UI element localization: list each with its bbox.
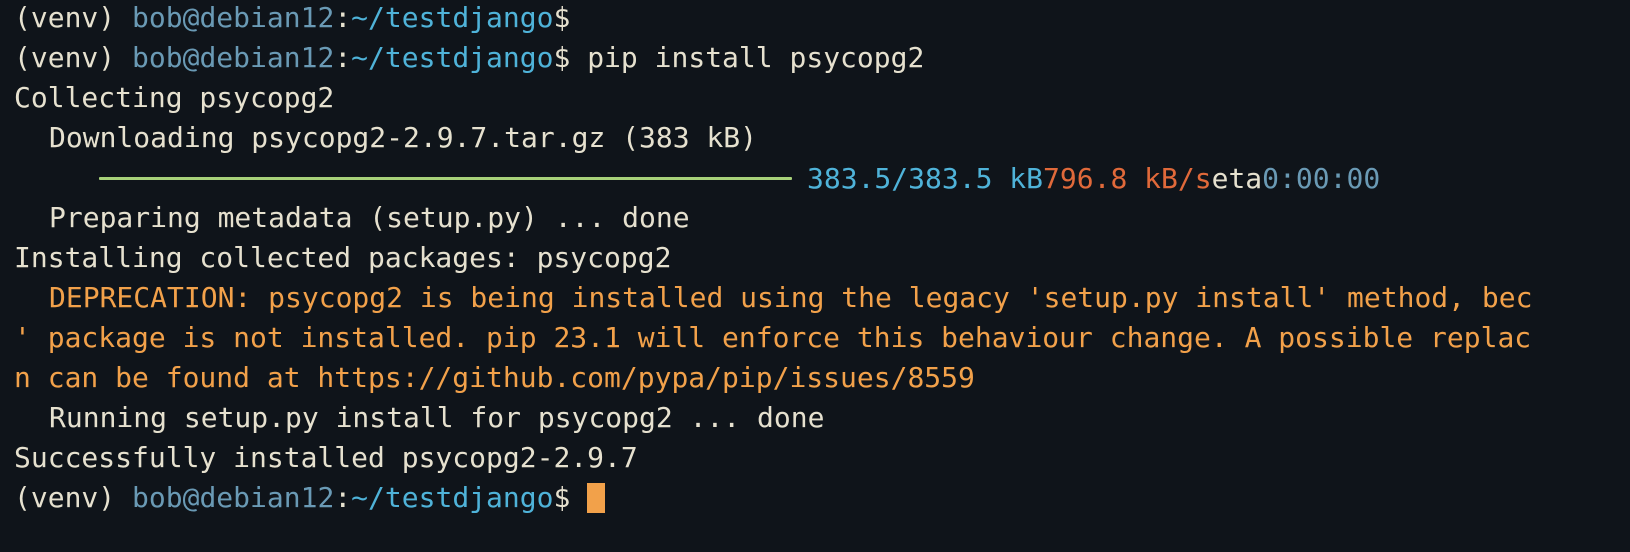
prompt-line: (venv) bob@debian12:~/testdjango$ xyxy=(14,0,1630,38)
progress-speed: 796.8 kB/s xyxy=(1043,161,1212,195)
output-success: Successfully installed psycopg2-2.9.7 xyxy=(14,441,638,474)
output-downloading: Downloading psycopg2-2.9.7.tar.gz (383 k… xyxy=(49,121,758,154)
deprecation-warning-line-1: DEPRECATION: psycopg2 is being installed… xyxy=(49,281,1533,314)
working-directory: ~/testdjango xyxy=(351,481,554,514)
prompt-symbol: $ xyxy=(553,481,588,514)
command-text: pip install psycopg2 xyxy=(587,41,925,74)
deprecation-warning-line-2: ' package is not installed. pip 23.1 wil… xyxy=(14,321,1532,354)
venv-indicator: (venv) xyxy=(14,481,133,514)
output-installing: Installing collected packages: psycopg2 xyxy=(14,241,672,274)
output-running: Running setup.py install for psycopg2 ..… xyxy=(49,401,825,434)
prompt-separator: : xyxy=(334,481,352,514)
working-directory: ~/testdjango xyxy=(351,1,554,34)
user-host: bob@debian12 xyxy=(132,481,335,514)
venv-indicator: (venv) xyxy=(14,41,133,74)
active-prompt-line[interactable]: (venv) bob@debian12:~/testdjango$ xyxy=(14,478,1630,518)
output-preparing: Preparing metadata (setup.py) ... done xyxy=(49,201,690,234)
venv-indicator: (venv) xyxy=(14,1,133,34)
user-host: bob@debian12 xyxy=(132,1,335,34)
prompt-line: (venv) bob@debian12:~/testdjango$ pip in… xyxy=(14,38,1630,78)
deprecation-warning-line-3: n can be found at https://github.com/pyp… xyxy=(14,361,975,394)
progress-bar xyxy=(99,176,792,180)
prompt-separator: : xyxy=(334,1,352,34)
prompt-symbol: $ xyxy=(553,41,588,74)
progress-eta: 0:00:00 xyxy=(1262,161,1381,195)
progress-eta-label: eta xyxy=(1211,161,1263,195)
working-directory: ~/testdjango xyxy=(351,41,554,74)
output-collecting: Collecting psycopg2 xyxy=(14,81,335,114)
download-progress: 383.5/383.5 kB 796.8 kB/s eta 0:00:00 xyxy=(14,158,1630,198)
terminal-window[interactable]: (venv) bob@debian12:~/testdjango$ (venv)… xyxy=(0,0,1630,552)
progress-size: 383.5/383.5 kB xyxy=(807,161,1044,195)
text-cursor[interactable] xyxy=(587,483,606,513)
user-host: bob@debian12 xyxy=(132,41,335,74)
prompt-separator: : xyxy=(334,41,352,74)
prompt-symbol: $ xyxy=(553,1,588,34)
